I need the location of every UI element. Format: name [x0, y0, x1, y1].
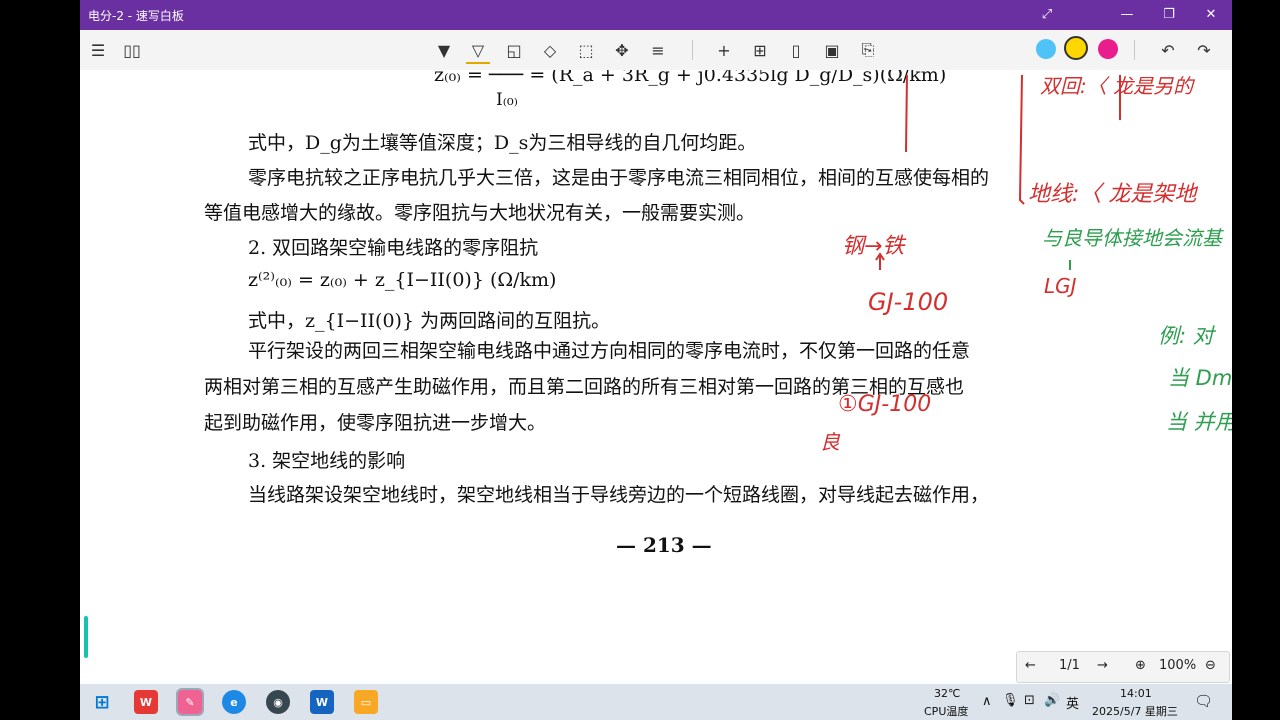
wps-icon[interactable]: W	[134, 690, 158, 714]
scroll-indicator[interactable]	[84, 616, 88, 658]
fullscreen-icon[interactable]: ⤢	[1032, 4, 1062, 26]
start-icon[interactable]: ⊞	[90, 690, 114, 714]
close-button[interactable]: ✕	[1196, 4, 1226, 26]
save-icon[interactable]: ▣	[820, 38, 844, 62]
eraser-icon[interactable]: ◇	[538, 38, 562, 62]
redo-icon[interactable]: ↷	[1192, 38, 1216, 62]
annotation-text: 当 Dm	[1168, 366, 1232, 390]
grid-icon[interactable]: ⊞	[748, 38, 772, 62]
annotation-text: 当 并用	[1166, 410, 1232, 434]
network-icon[interactable]: ⊡	[1024, 693, 1035, 708]
cpu-temp-label: CPU温度	[924, 705, 969, 718]
annotation-text: 地线:〈 龙是架地	[1028, 182, 1197, 207]
annotation-text: 与良导体接地会流基	[1042, 226, 1222, 250]
page-icon[interactable]: ▯	[784, 38, 808, 62]
notification-icon[interactable]: 🗨	[1194, 692, 1213, 710]
highlighter-icon[interactable]: ▽	[466, 38, 490, 64]
pen-icon[interactable]: ▼	[432, 38, 456, 62]
shape-icon[interactable]: ◱	[502, 38, 526, 62]
color-yellow-button[interactable]	[1064, 36, 1088, 60]
color-magenta-button[interactable]	[1098, 39, 1118, 59]
annotation-text: 钢→铁	[842, 234, 905, 259]
clock-date[interactable]: 2025/5/7 星期三	[1092, 703, 1178, 719]
menu-icon[interactable]: ☰	[86, 38, 110, 62]
settings-sliders-icon[interactable]: ≡	[646, 38, 670, 62]
word-icon[interactable]: W	[310, 690, 334, 714]
clock-time[interactable]: 14:01	[1120, 687, 1152, 700]
cpu-temp: 32℃	[934, 687, 961, 700]
annotation-text: LGJ	[1044, 274, 1077, 298]
annotation-text: 例: 对	[1158, 324, 1214, 348]
whiteboard-canvas[interactable]: z₍₀₎ = ─── = (R_a + 3R_g + j0.4335lg D_g…	[80, 70, 1232, 684]
taskbar: ⊞ W ✎ e ◉ W ▭ 32℃ CPU温度 ∧ 🎙 ⊡ 🔊 英 14:01 …	[80, 684, 1232, 720]
book-icon[interactable]: ▯▯	[120, 38, 144, 62]
annotation-text: ①GJ-100	[838, 392, 932, 417]
divider	[1134, 40, 1135, 60]
annotation-text: GJ-100	[868, 288, 949, 316]
export-icon[interactable]: ⎘	[856, 38, 880, 62]
microphone-icon[interactable]: 🎙	[1002, 693, 1019, 708]
zoom-in-icon[interactable]: ⊕	[1135, 658, 1146, 673]
ime-indicator[interactable]: 英	[1066, 693, 1079, 712]
annotation-text: 双回:〈 龙是另的	[1040, 74, 1194, 98]
edge-icon[interactable]: e	[222, 690, 246, 714]
chevron-up-icon[interactable]: ∧	[982, 694, 992, 709]
annotation-text: 良	[820, 430, 840, 454]
volume-icon[interactable]: 🔊	[1044, 693, 1060, 708]
zoom-level: 100%	[1159, 658, 1197, 673]
page-navigator: ← 1/1 → ⊕ 100% ⊖	[1016, 651, 1230, 683]
whiteboard-app-icon[interactable]: ✎	[176, 688, 204, 716]
title-bar: 电分-2 - 速写白板 ⤢ — ❐ ✕	[80, 0, 1232, 30]
maximize-button[interactable]: ❐	[1154, 4, 1184, 26]
minimize-button[interactable]: —	[1112, 4, 1142, 26]
file-explorer-icon[interactable]: ▭	[354, 690, 378, 714]
color-cyan-button[interactable]	[1036, 39, 1056, 59]
prev-page-icon[interactable]: ←	[1025, 658, 1036, 673]
next-page-icon[interactable]: →	[1097, 658, 1108, 673]
select-icon[interactable]: ⬚	[574, 38, 598, 62]
add-icon[interactable]: +	[712, 38, 736, 62]
obs-icon[interactable]: ◉	[266, 690, 290, 714]
undo-icon[interactable]: ↶	[1156, 38, 1180, 62]
divider	[692, 40, 693, 60]
annotation-strokes	[875, 74, 1121, 270]
toolbar: ☰ ▯▯ ▼ ▽ ◱ ◇ ⬚ ✥ ≡ + ⊞ ▯ ▣ ⎘ ↶ ↷	[80, 30, 1232, 71]
move-icon[interactable]: ✥	[610, 38, 634, 62]
window-title: 电分-2 - 速写白板	[88, 9, 184, 23]
zoom-out-icon[interactable]: ⊖	[1205, 658, 1216, 673]
page-indicator: 1/1	[1059, 658, 1080, 673]
